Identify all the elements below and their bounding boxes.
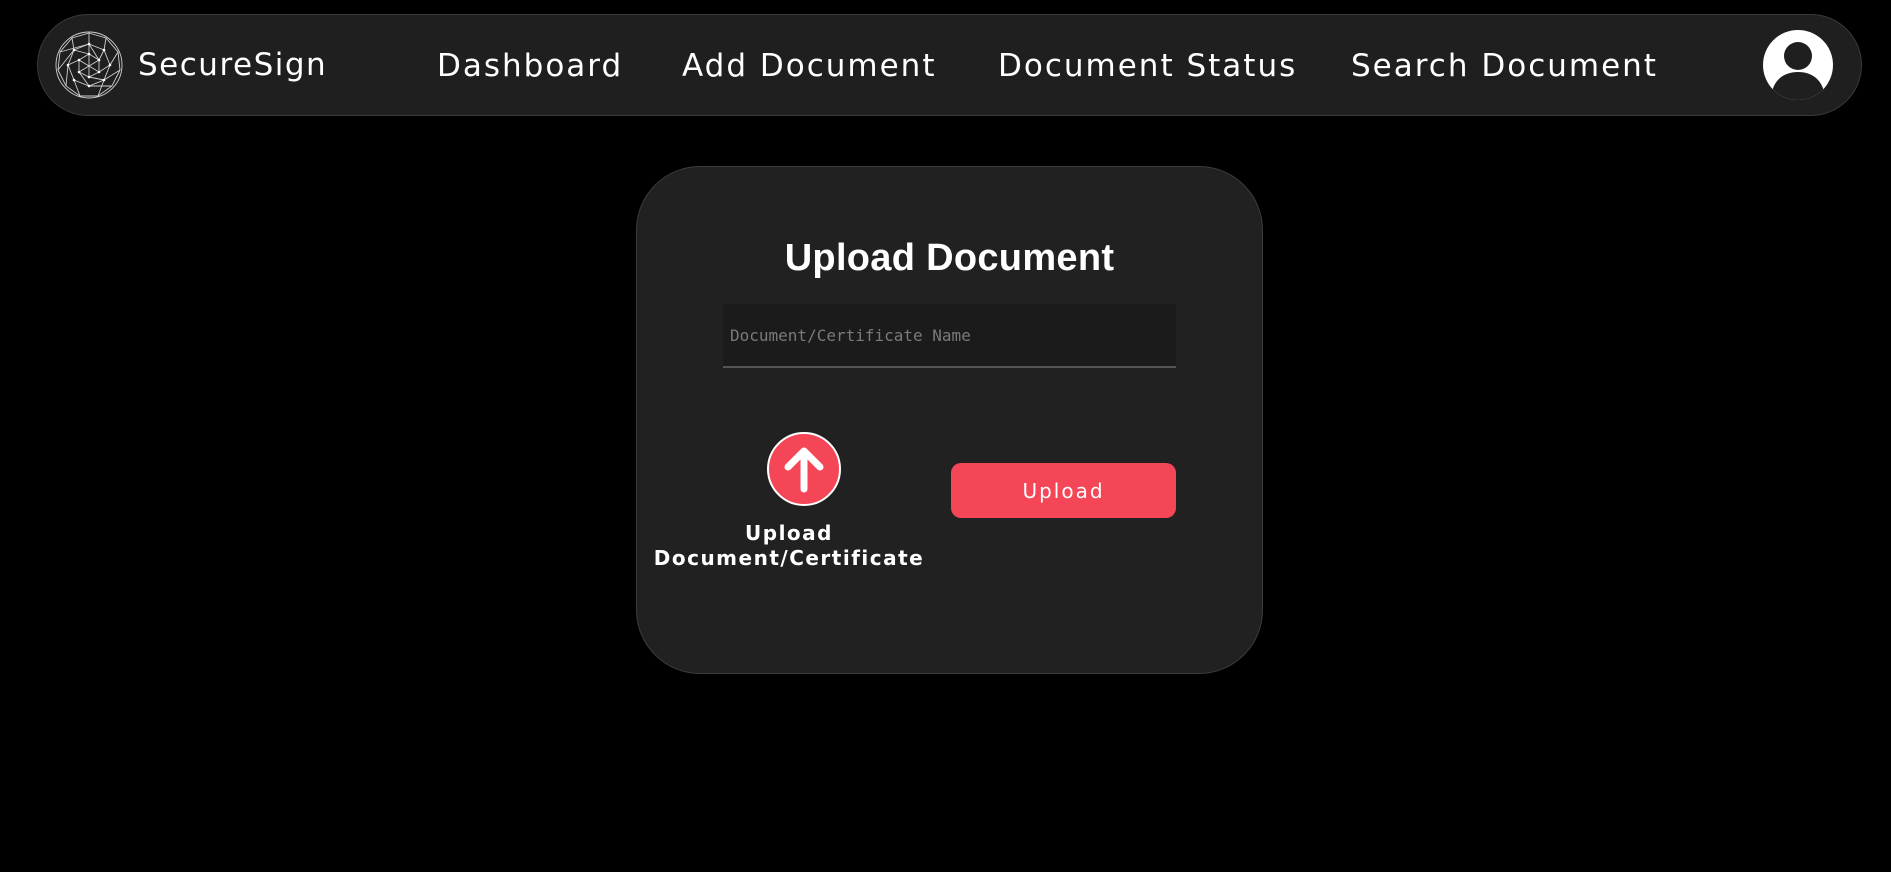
document-name-input[interactable] [723, 304, 1176, 368]
file-upload-picker[interactable]: Upload Document/Certificate [649, 432, 929, 582]
upload-arrow-icon[interactable] [767, 432, 841, 506]
nav-link-dashboard[interactable]: Dashboard [437, 46, 623, 86]
file-upload-label-line1: Upload [745, 521, 833, 545]
user-avatar-icon[interactable] [1762, 29, 1834, 101]
nav-link-add-document[interactable]: Add Document [682, 46, 936, 86]
file-upload-label: Upload Document/Certificate [649, 521, 929, 571]
brand-name: SecureSign [138, 47, 328, 83]
wireframe-globe-icon [55, 31, 123, 99]
top-navbar: SecureSign Dashboard Add Document Docume… [37, 14, 1862, 116]
file-upload-label-line2: Document/Certificate [653, 546, 925, 570]
nav-link-document-status[interactable]: Document Status [998, 46, 1297, 86]
upload-button[interactable]: Upload [951, 463, 1176, 518]
nav-link-search-document[interactable]: Search Document [1351, 46, 1658, 86]
upload-document-card: Upload Document Upload Document/Certific… [636, 166, 1263, 674]
page-title: Upload Document [784, 237, 1115, 280]
